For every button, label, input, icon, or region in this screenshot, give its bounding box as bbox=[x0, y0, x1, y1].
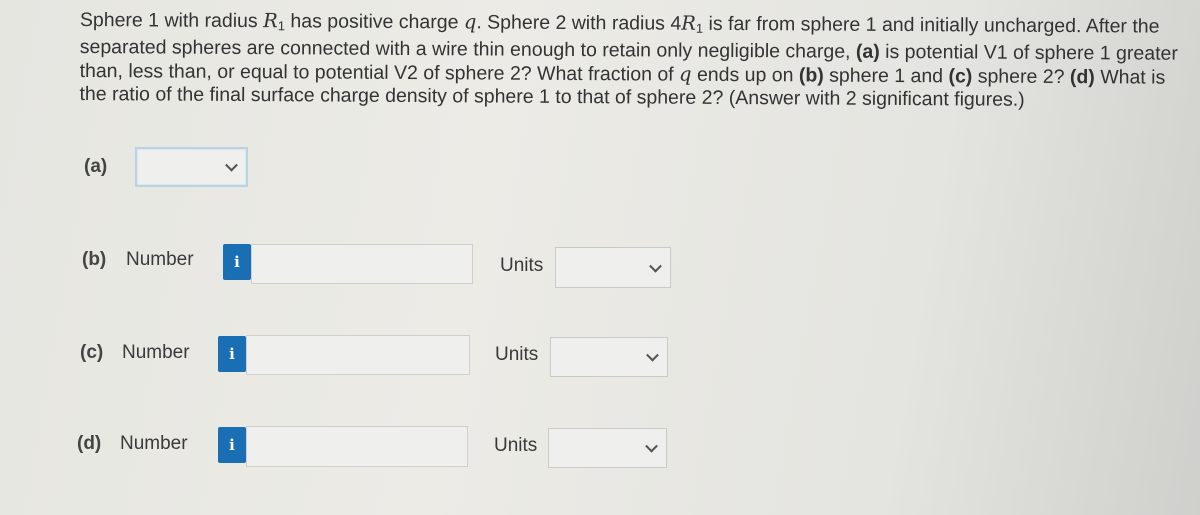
part-b-number-label: Number bbox=[126, 249, 194, 270]
question-text: Sphere 1 with radius R1 has positive cha… bbox=[79, 8, 1178, 111]
part-d-units-label: Units bbox=[494, 435, 538, 456]
part-c-units-select[interactable] bbox=[550, 337, 668, 377]
chevron-down-icon bbox=[646, 348, 659, 362]
info-icon[interactable]: i bbox=[218, 336, 246, 372]
part-d-label: (d) bbox=[77, 433, 102, 454]
part-c-label: (c) bbox=[80, 342, 104, 363]
part-c-units-label: Units bbox=[495, 344, 539, 365]
info-icon[interactable]: i bbox=[223, 244, 251, 280]
chevron-down-icon bbox=[225, 158, 238, 172]
part-d-number-input[interactable] bbox=[246, 426, 468, 467]
part-a-label: (a) bbox=[84, 156, 108, 177]
part-b-units-select[interactable] bbox=[555, 247, 671, 288]
info-icon[interactable]: i bbox=[218, 427, 246, 463]
part-b-label: (b) bbox=[82, 249, 107, 270]
part-c-number-label: Number bbox=[122, 342, 190, 363]
chevron-down-icon bbox=[649, 259, 662, 273]
part-c-number-input[interactable] bbox=[246, 335, 470, 375]
chevron-down-icon bbox=[645, 439, 658, 453]
part-a-select[interactable] bbox=[135, 147, 248, 187]
part-d-units-select[interactable] bbox=[548, 428, 667, 468]
part-d-number-label: Number bbox=[120, 433, 188, 454]
part-b-units-label: Units bbox=[500, 255, 544, 276]
part-b-number-input[interactable] bbox=[251, 244, 473, 284]
